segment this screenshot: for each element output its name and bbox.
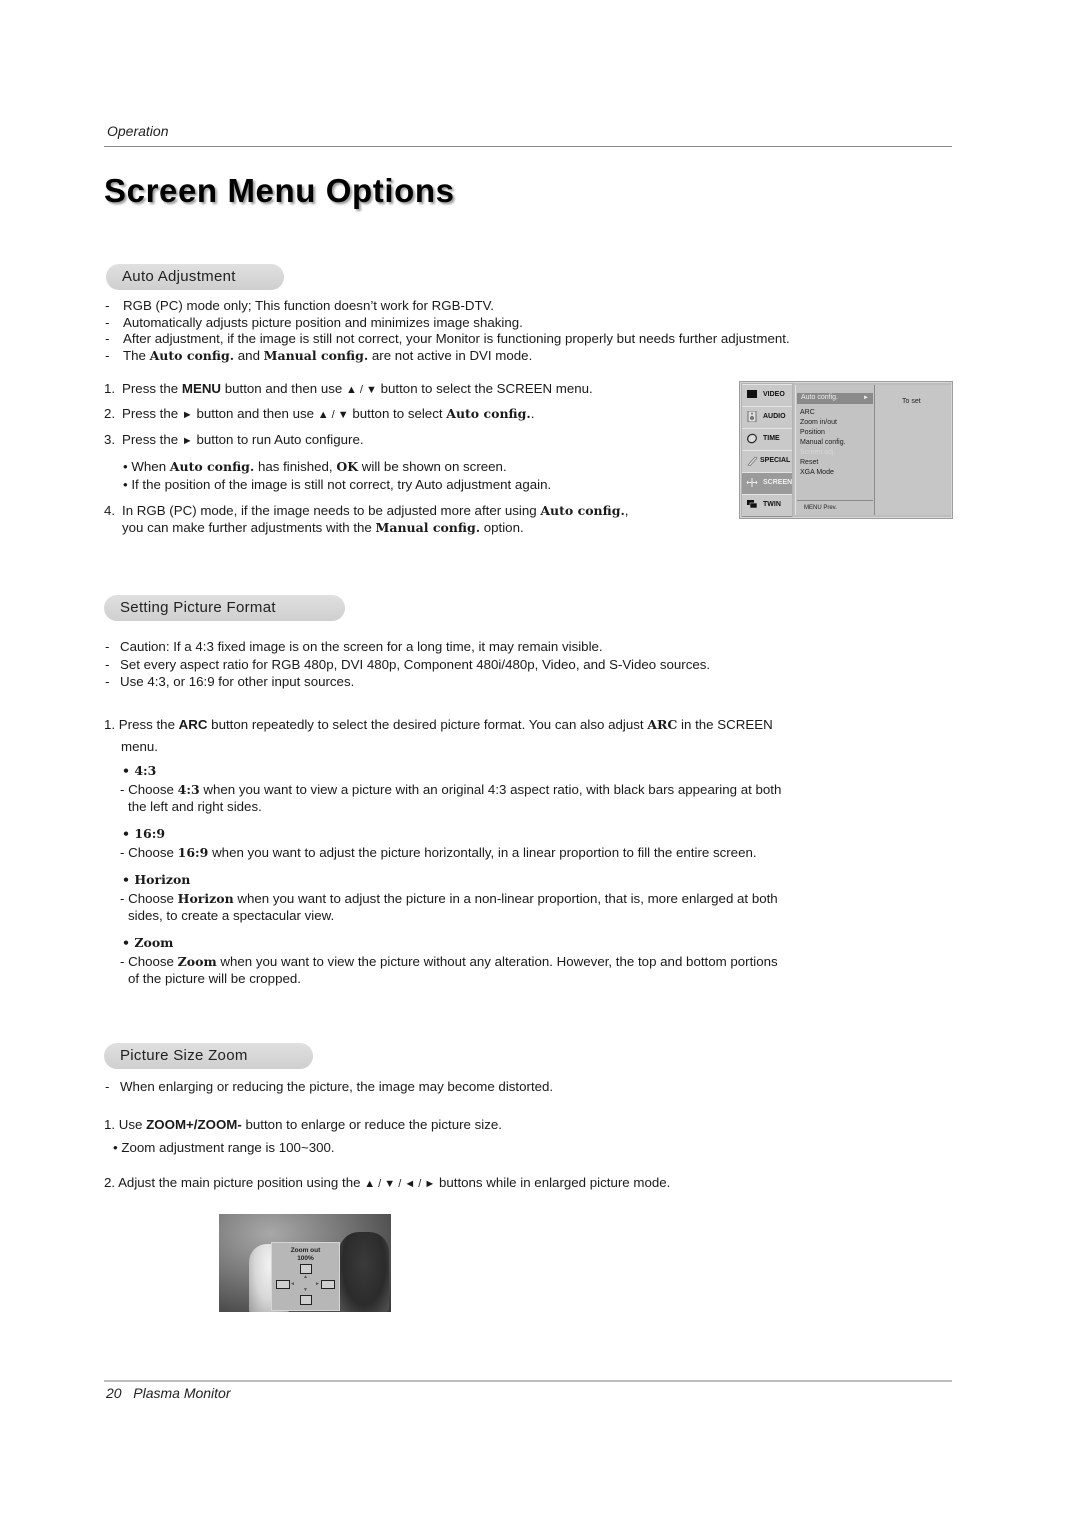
manual-title: Plasma Monitor xyxy=(133,1385,231,1401)
audio-icon xyxy=(747,411,757,422)
up-down-arrows-icon: ▲ / ▼ xyxy=(345,384,377,396)
osd-item-arc[interactable]: ARC xyxy=(800,409,815,416)
up-down-arrows-icon: ▲ / ▼ xyxy=(317,409,349,421)
section-heading-picture-zoom: Picture Size Zoom xyxy=(104,1043,313,1069)
page-number: 20 xyxy=(106,1385,122,1401)
note-item: - When enlarging or reducing the picture,… xyxy=(105,1079,554,1094)
zoom-screen-illustration: Zoom out 100% ▲ ▼ ◄ ► xyxy=(219,1214,391,1312)
step-2: 2. Press the ► button and then use ▲ / ▼ … xyxy=(104,406,535,421)
osd-screen-menu: VIDEO AUDIO TIME SPECIAL SCREEN TWIN Aut… xyxy=(740,382,952,518)
photo-figure-right xyxy=(339,1232,389,1312)
step-3-bullet-2: • If the position of the image is still … xyxy=(123,477,552,492)
picture-zoom-step-2: 2. Adjust the main picture position usin… xyxy=(104,1175,671,1190)
right-arrow-icon: ► xyxy=(863,395,869,401)
note-item: - Caution: If a 4:3 fixed image is on the… xyxy=(105,639,603,654)
zoom-osd-value: 100% xyxy=(297,1255,314,1262)
osd-tab-twin[interactable]: TWIN xyxy=(742,494,792,517)
step-1: 1. Press the MENU button and then use ▲ /… xyxy=(104,381,593,396)
osd-tab-video[interactable]: VIDEO xyxy=(742,384,792,407)
osd-item-zoom[interactable]: Zoom in/out xyxy=(800,419,837,426)
picture-zoom-range: • Zoom adjustment range is 100~300. xyxy=(113,1140,335,1155)
osd-tab-audio[interactable]: AUDIO xyxy=(742,406,792,429)
osd-tab-special[interactable]: SPECIAL xyxy=(742,450,792,473)
special-icon xyxy=(747,456,758,466)
move-up-icon xyxy=(300,1264,312,1274)
picture-zoom-step-1: 1. Use ZOOM+/ZOOM- button to enlarge or … xyxy=(104,1117,502,1132)
left-arrow-icon: ◄ xyxy=(290,1281,295,1287)
page-footer: 20 Plasma Monitor xyxy=(106,1385,231,1401)
right-arrow-icon: ► xyxy=(181,409,193,421)
note-item: - Set every aspect ratio for RGB 480p, DV… xyxy=(105,656,711,672)
move-right-icon xyxy=(321,1280,335,1289)
down-arrow-icon: ▼ xyxy=(303,1287,308,1293)
picture-format-step-1: 1. Press the ARC button repeatedly to se… xyxy=(104,717,773,754)
move-left-icon xyxy=(276,1280,290,1289)
note-item: - The Auto config. and Manual config. are… xyxy=(105,347,533,363)
osd-item-reset[interactable]: Reset xyxy=(800,459,818,466)
screen-icon xyxy=(746,478,758,487)
note-item: - Use 4:3, or 16:9 for other input source… xyxy=(105,674,355,689)
osd-item-list: Auto config. ► ARC Zoom in/out Position … xyxy=(795,385,874,515)
note-item: - After adjustment, if the image is still… xyxy=(105,331,790,346)
bottom-divider xyxy=(104,1380,952,1382)
format-option-16-9: • 16:9 - Choose 16:9 when you want to ad… xyxy=(120,826,757,860)
osd-hint-panel: To set xyxy=(874,385,951,515)
osd-tab-screen[interactable]: SCREEN xyxy=(742,472,792,495)
section-heading-auto-adjustment: Auto Adjustment xyxy=(106,264,284,290)
right-arrow-icon: ► xyxy=(181,435,193,447)
direction-arrows-icon: ▲ / ▼ / ◄ / ► xyxy=(364,1178,436,1190)
picture-zoom-notes: - When enlarging or reducing the picture,… xyxy=(104,1079,553,1096)
section-heading-picture-format: Setting Picture Format xyxy=(104,595,345,621)
step-3: 3. Press the ► button to run Auto configu… xyxy=(104,432,364,447)
osd-footer: MENU Prev. xyxy=(797,500,873,515)
zoom-osd-label: Zoom out xyxy=(290,1247,321,1254)
time-icon xyxy=(747,433,757,444)
osd-item-screen-adj: Screen adj. xyxy=(800,449,836,456)
osd-item-manual-config[interactable]: Manual config. xyxy=(800,439,846,446)
auto-adjustment-notes: - RGB (PC) mode only; This function doesn… xyxy=(104,298,790,364)
step-4: 4. In RGB (PC) mode, if the image needs t… xyxy=(104,503,629,535)
right-arrow-icon: ► xyxy=(315,1281,320,1287)
up-arrow-icon: ▲ xyxy=(303,1274,308,1280)
running-head: Operation xyxy=(107,123,169,139)
osd-item-selected[interactable]: Auto config. ► xyxy=(797,393,873,404)
osd-item-xga-mode[interactable]: XGA Mode xyxy=(800,469,834,476)
osd-item-position[interactable]: Position xyxy=(800,429,825,436)
page-title: Screen Menu Options xyxy=(104,172,455,209)
picture-format-notes: - Caution: If a 4:3 fixed image is on the… xyxy=(104,639,710,691)
format-option-horizon: • Horizon - Choose Horizon when you want… xyxy=(120,872,778,923)
step-3-bullet-1: • When Auto config. has finished, OK wil… xyxy=(123,459,507,474)
move-down-icon xyxy=(300,1295,312,1305)
format-option-zoom: • Zoom - Choose Zoom when you want to vi… xyxy=(120,935,778,986)
note-item: - RGB (PC) mode only; This function doesn… xyxy=(105,298,494,313)
zoom-osd-panel: Zoom out 100% ▲ ▼ ◄ ► xyxy=(271,1242,340,1311)
top-divider xyxy=(104,146,952,147)
video-icon xyxy=(747,390,757,398)
osd-tab-column: VIDEO AUDIO TIME SPECIAL SCREEN TWIN xyxy=(741,383,793,517)
note-item: - Automatically adjusts picture position … xyxy=(105,314,523,330)
twin-icon xyxy=(747,500,758,509)
osd-tab-time[interactable]: TIME xyxy=(742,428,792,451)
format-option-4-3: • 4:3 - Choose 4:3 when you want to view… xyxy=(120,763,782,814)
